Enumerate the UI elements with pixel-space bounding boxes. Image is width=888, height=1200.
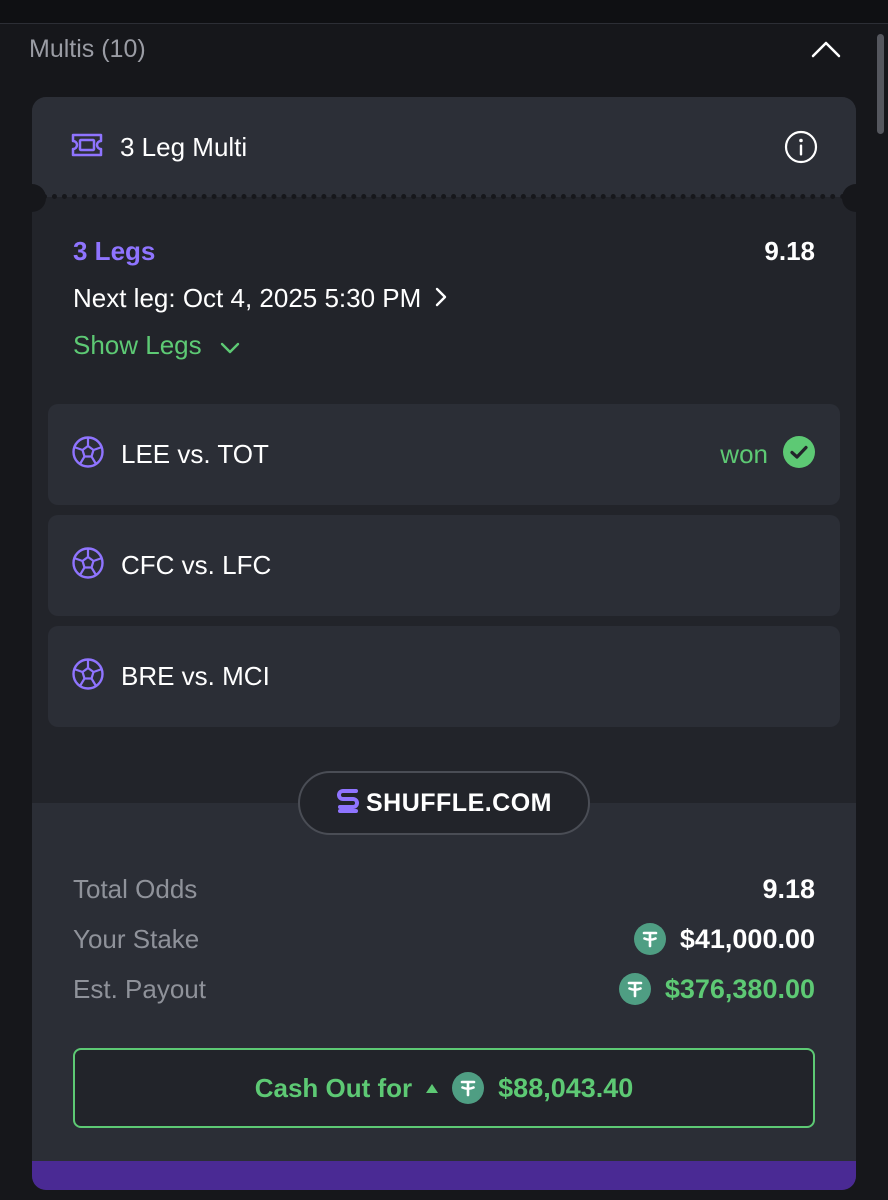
stake-value-group: $41,000.00 [633, 923, 815, 955]
cash-out-amount: $88,043.40 [498, 1072, 634, 1103]
leg-item[interactable]: LEE vs. TOT won [48, 404, 840, 505]
info-icon[interactable] [784, 130, 818, 164]
show-legs-label: Show Legs [73, 330, 202, 360]
scrollbar[interactable] [877, 34, 884, 134]
brand-badge: SHUFFLE.COM [298, 771, 590, 835]
legs-summary: 3 Legs 9.18 Next leg: Oct 4, 2025 5:30 P… [73, 233, 815, 361]
next-leg-link[interactable]: Next leg: Oct 4, 2025 5:30 PM [73, 283, 815, 314]
section-title: Multis (10) [29, 34, 146, 63]
stake-row: Your Stake $41,000.00 [73, 914, 815, 964]
chevron-up-icon[interactable] [810, 33, 842, 65]
card-header: 3 Leg Multi [32, 97, 856, 197]
multis-section-header[interactable]: Multis (10) [0, 24, 870, 74]
bet-summary: Total Odds 9.18 Your Stake $41,000.00 Es… [73, 864, 815, 1014]
soccer-ball-icon [71, 657, 105, 696]
legs-count: 3 Legs [73, 235, 156, 266]
chevron-down-icon [220, 330, 240, 361]
shuffle-logo-icon [336, 787, 360, 820]
ticket-perforation [32, 194, 856, 200]
next-leg-text: Next leg: Oct 4, 2025 5:30 PM [73, 283, 422, 313]
total-odds-label: Total Odds [73, 873, 198, 904]
soccer-ball-icon [71, 435, 105, 474]
payout-label: Est. Payout [73, 973, 206, 1004]
tether-coin-icon [618, 973, 651, 1005]
bet-card: 3 Leg Multi 3 Legs 9.18 Next leg: Oct 4,… [32, 97, 856, 1190]
soccer-ball-icon [71, 546, 105, 585]
leg-item[interactable]: CFC vs. LFC [48, 515, 840, 616]
card-title: 3 Leg Multi [120, 131, 248, 162]
payout-value-group: $376,380.00 [618, 973, 815, 1005]
ticket-icon [70, 132, 104, 163]
triangle-up-icon [426, 1083, 439, 1093]
leg-name: BRE vs. MCI [121, 661, 270, 691]
show-legs-toggle[interactable]: Show Legs [73, 330, 815, 361]
leg-name: LEE vs. TOT [121, 439, 269, 469]
total-odds-row: Total Odds 9.18 [73, 864, 815, 914]
tether-coin-icon [633, 923, 666, 955]
legs-odds: 9.18 [764, 235, 815, 266]
tether-coin-icon [452, 1072, 485, 1104]
top-strip [0, 0, 888, 24]
brand-bar [32, 1161, 856, 1190]
stake-label: Your Stake [73, 923, 200, 954]
leg-name: CFC vs. LFC [121, 550, 272, 580]
stake-value: $41,000.00 [679, 923, 815, 954]
payout-value: $376,380.00 [664, 973, 815, 1004]
total-odds-value: 9.18 [762, 873, 815, 904]
payout-row: Est. Payout $376,380.00 [73, 964, 815, 1014]
brand-name: SHUFFLE.COM [365, 788, 553, 817]
check-circle-icon [782, 435, 816, 474]
leg-status-text: won [720, 439, 768, 469]
leg-item[interactable]: BRE vs. MCI [48, 626, 840, 727]
cash-out-button[interactable]: Cash Out for $88,043.40 [73, 1048, 815, 1128]
chevron-right-icon [435, 283, 447, 314]
cash-out-label: Cash Out for [254, 1072, 413, 1103]
